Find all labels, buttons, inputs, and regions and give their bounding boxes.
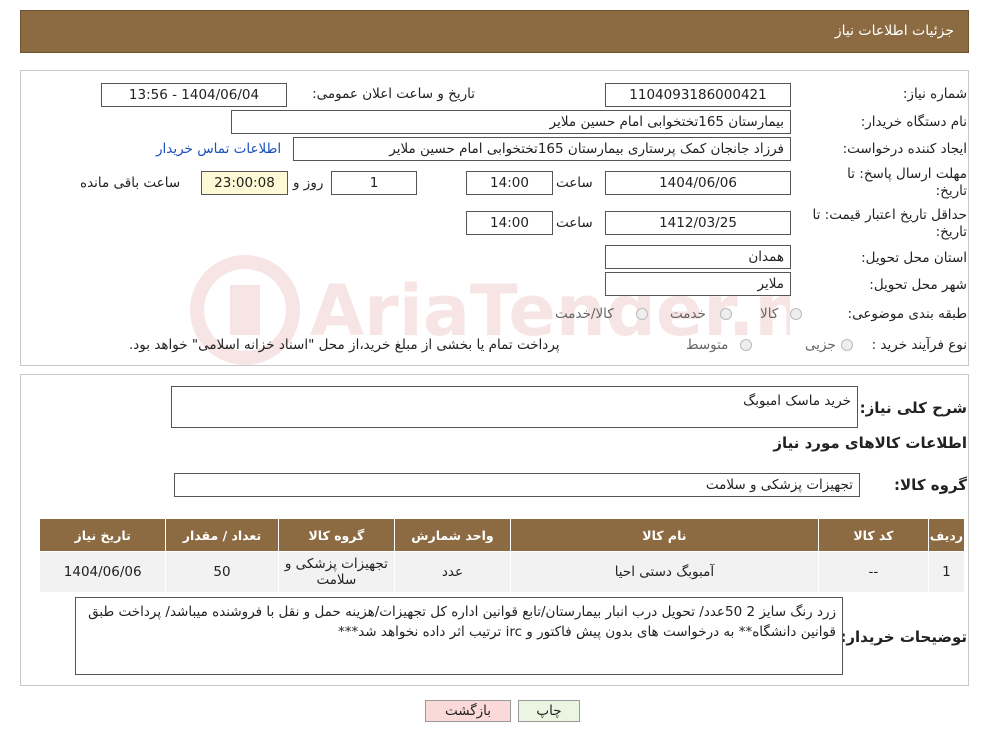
table-header-row: ردیف کد کالا نام کالا واحد شمارش گروه کا…: [38, 518, 966, 552]
city-label: شهر محل تحویل:: [869, 277, 967, 293]
process-option-minor: جزیی: [805, 337, 836, 353]
print-button[interactable]: چاپ: [518, 700, 580, 722]
remaining-label: ساعت باقی مانده: [80, 175, 181, 191]
buyer-notes-label: توضیحات خریدار:: [840, 628, 967, 646]
cell-name: آمبوبگ دستی احیا: [509, 551, 819, 593]
announce-label: تاریخ و ساعت اعلان عمومی:: [312, 86, 475, 102]
page-header: جزئیات اطلاعات نیاز: [20, 10, 969, 53]
buyer-notes-field: زرد رنگ سایز 2 50عدد/ تحویل درب انبار بی…: [75, 597, 843, 675]
category-label: طبقه بندی موضوعی:: [847, 306, 967, 322]
col-name: نام کالا: [509, 518, 819, 552]
goods-table: ردیف کد کالا نام کالا واحد شمارش گروه کا…: [38, 518, 966, 593]
days-remaining-field: 1: [331, 171, 417, 195]
category-radio-goods-service[interactable]: [636, 308, 648, 320]
remaining-time-field: 23:00:08: [201, 171, 288, 195]
cell-quantity: 50: [165, 551, 279, 593]
cell-date: 1404/06/06: [38, 551, 167, 593]
need-number-label: شماره نیاز:: [902, 86, 967, 102]
col-group: گروه کالا: [277, 518, 396, 552]
buyer-org-field: بیمارستان 165تختخوابی امام حسین ملایر: [231, 110, 791, 134]
province-label: استان محل تحویل:: [861, 250, 967, 266]
process-label: نوع فرآیند خرید :: [871, 337, 967, 353]
province-field: همدان: [605, 245, 791, 269]
category-option-service: خدمت: [670, 306, 706, 322]
need-number-field: 1104093186000421: [605, 83, 791, 107]
summary-label: شرح کلی نیاز:: [859, 399, 967, 417]
process-radio-medium[interactable]: [740, 339, 752, 351]
deadline-time-label: ساعت: [556, 175, 593, 191]
validity-time-field: 14:00: [466, 211, 553, 235]
col-code: کد کالا: [817, 518, 929, 552]
summary-field: خرید ماسک امبوبگ: [171, 386, 858, 428]
back-button[interactable]: بازگشت: [425, 700, 511, 722]
category-radio-service[interactable]: [720, 308, 732, 320]
category-option-goods: کالا: [760, 306, 779, 322]
process-option-medium: متوسط: [686, 337, 729, 353]
goods-group-label: گروه کالا:: [894, 476, 967, 494]
cell-group: تجهیزات پزشکی و سلامت: [277, 551, 396, 593]
validity-label-2: تاریخ:: [935, 224, 967, 240]
cell-row: 1: [927, 551, 966, 593]
category-radio-goods[interactable]: [790, 308, 802, 320]
validity-label: حداقل تاریخ اعتبار قیمت: تا: [812, 207, 967, 223]
announce-datetime-field: 1404/06/04 - 13:56: [101, 83, 287, 107]
deadline-date-field: 1404/06/06: [605, 171, 791, 195]
col-date: تاریخ نیاز: [38, 518, 167, 552]
city-field: ملایر: [605, 272, 791, 296]
col-row: ردیف: [927, 518, 966, 552]
deadline-time-field: 14:00: [466, 171, 553, 195]
buyer-org-label: نام دستگاه خریدار:: [860, 114, 967, 130]
col-unit: واحد شمارش: [394, 518, 511, 552]
creator-field: فرزاد جانجان کمک پرستاری بیمارستان 165تخ…: [293, 137, 791, 161]
cell-code: --: [817, 551, 929, 593]
col-quantity: تعداد / مقدار: [165, 518, 279, 552]
deadline-label: مهلت ارسال پاسخ: تا: [847, 166, 967, 182]
process-note: پرداخت تمام یا بخشی از مبلغ خرید،از محل …: [129, 337, 560, 353]
cell-unit: عدد: [394, 551, 511, 593]
goods-info-title: اطلاعات کالاهای مورد نیاز: [773, 434, 967, 452]
goods-group-field: تجهیزات پزشکی و سلامت: [174, 473, 860, 497]
table-row: 1 -- آمبوبگ دستی احیا عدد تجهیزات پزشکی …: [38, 551, 966, 593]
process-radio-minor[interactable]: [841, 339, 853, 351]
category-option-goods-service: کالا/خدمت: [555, 306, 614, 322]
page-title: جزئیات اطلاعات نیاز: [834, 23, 954, 39]
deadline-label-2: تاریخ:: [935, 183, 967, 199]
days-label: روز و: [293, 175, 324, 191]
validity-date-field: 1412/03/25: [605, 211, 791, 235]
creator-label: ایجاد کننده درخواست:: [842, 141, 967, 157]
validity-time-label: ساعت: [556, 215, 593, 231]
buyer-contact-link[interactable]: اطلاعات تماس خریدار: [156, 141, 281, 157]
